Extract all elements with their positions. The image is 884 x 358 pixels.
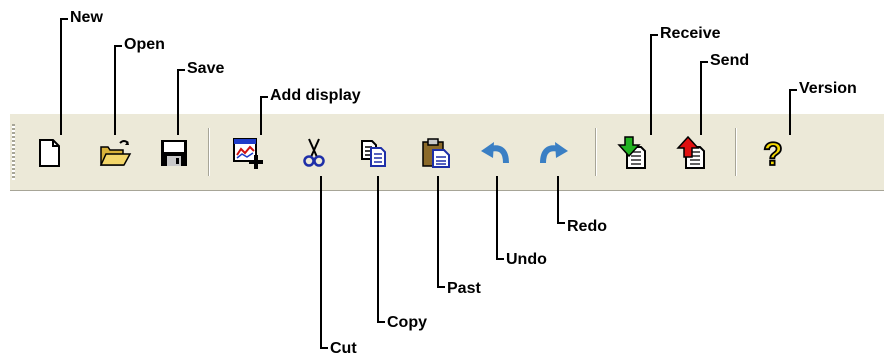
label-new: New (70, 9, 103, 26)
new-document-icon (39, 139, 60, 167)
open-button[interactable] (95, 133, 135, 173)
callout-line-receive (650, 35, 652, 135)
toolbar-separator (595, 128, 597, 176)
copy-button[interactable] (354, 133, 394, 173)
callout-line-redo-h (557, 222, 565, 224)
version-button[interactable]: ? (753, 133, 793, 173)
clipboard-icon (422, 138, 450, 168)
callout-line-send (700, 62, 702, 135)
callout-line-undo (496, 176, 498, 259)
callout-line-past-h (437, 286, 445, 288)
cut-button[interactable] (294, 133, 334, 173)
question-mark-icon: ? (762, 136, 783, 170)
callout-line-open (114, 46, 116, 135)
toolbar-grip[interactable] (12, 124, 15, 180)
label-redo: Redo (567, 218, 607, 235)
callout-line-open-h (114, 45, 122, 47)
callout-line-add-display (260, 97, 262, 135)
label-save: Save (187, 60, 225, 77)
undo-arrow-icon (481, 142, 509, 164)
new-button[interactable] (30, 133, 70, 173)
floppy-disk-icon (161, 140, 187, 166)
save-button[interactable] (154, 133, 194, 173)
svg-text:?: ? (763, 136, 783, 170)
redo-button[interactable] (534, 133, 574, 173)
receive-button[interactable] (614, 133, 654, 173)
label-past: Past (447, 280, 481, 297)
callout-line-version (789, 90, 791, 135)
label-undo: Undo (506, 251, 547, 268)
scissors-icon (303, 138, 325, 167)
callout-line-cut-h (320, 347, 328, 349)
callout-line-receive-h (650, 34, 658, 36)
label-copy: Copy (387, 314, 427, 331)
callout-line-save-h (177, 69, 185, 71)
send-button[interactable] (673, 133, 713, 173)
label-add-display: Add display (270, 87, 361, 104)
paste-button[interactable] (416, 133, 456, 173)
toolbar-separator (208, 128, 210, 176)
toolbar: ? (10, 113, 884, 191)
undo-button[interactable] (475, 133, 515, 173)
callout-line-new-h (60, 18, 68, 20)
callout-line-redo (557, 176, 559, 223)
callout-line-copy-h (377, 321, 385, 323)
open-folder-icon (99, 140, 132, 166)
callout-line-send-h (700, 61, 708, 63)
callout-line-add-display-h (260, 96, 268, 98)
label-open: Open (124, 36, 165, 53)
label-version: Version (799, 80, 857, 97)
callout-line-version-h (789, 89, 797, 91)
callout-line-undo-h (496, 258, 504, 260)
callout-line-past (437, 176, 439, 287)
callout-line-cut (320, 176, 322, 348)
callout-line-copy (377, 176, 379, 322)
callout-line-save (177, 70, 179, 135)
redo-arrow-icon (540, 142, 568, 164)
callout-line-new (60, 19, 62, 135)
toolbar-separator (735, 128, 737, 176)
receive-icon (617, 136, 646, 169)
send-icon (676, 135, 705, 169)
add-display-icon (233, 138, 263, 169)
label-receive: Receive (660, 25, 721, 42)
label-send: Send (710, 52, 750, 69)
label-cut: Cut (330, 340, 357, 357)
copy-icon (361, 140, 386, 167)
add-display-button[interactable] (229, 133, 269, 173)
